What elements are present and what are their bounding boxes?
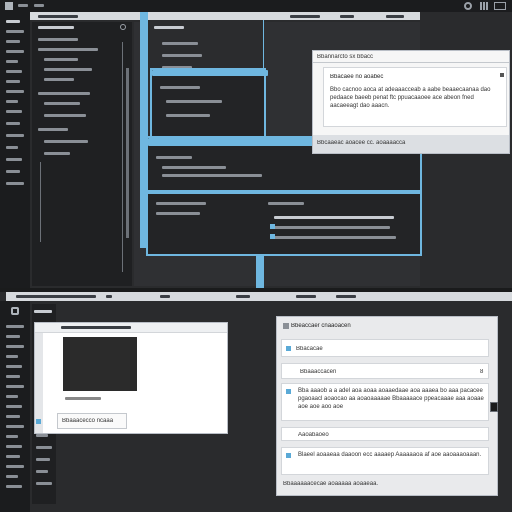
info-icon — [286, 389, 291, 394]
para1-text: Bba aaaob a a adel aoa aoaa aoaaedaae ao… — [298, 388, 484, 410]
right-dialog-footer: Bbaaaaaacecae aoaaaaa aoaaeaa. — [283, 481, 379, 487]
status-icon — [270, 234, 275, 239]
close-icon[interactable] — [500, 73, 504, 77]
tree-guide — [122, 42, 123, 272]
left-dialog: Bbaaacecco ncaaa — [34, 322, 228, 434]
top-menu-bar — [0, 0, 512, 12]
info-icon — [286, 453, 291, 458]
bottom-left-rail — [0, 301, 30, 512]
dialog-inner: Bbacaee no aoabec Bbo cacnoo aoca at ade… — [323, 67, 507, 127]
window-icon[interactable] — [494, 2, 506, 10]
left-dialog-topbar — [35, 323, 227, 333]
left-dialog-caption: Bbaaacecco ncaaa — [62, 418, 114, 424]
dialog-title: Bbannarcto sx bbacc — [317, 54, 374, 60]
blue-connector-bottom — [256, 255, 264, 288]
left-dialog-caption-box: Bbaaacecco ncaaa — [57, 413, 127, 429]
right-dialog-header: Bbeaccaer cnaaoacen — [277, 317, 497, 335]
top-window: Bbannarcto sx bbacc Bbacaee no aoabec Bb… — [0, 0, 512, 288]
right-dialog-item3[interactable]: Aaoabaoeo — [281, 427, 489, 441]
expand-icon[interactable] — [120, 24, 126, 30]
preview-image — [63, 337, 137, 391]
dialog-footer-bar: Bbcaaeac aoacee cc. aoaaaacca — [313, 135, 509, 153]
app-icon[interactable] — [5, 2, 13, 10]
item1-label: Bbacacae — [296, 346, 323, 352]
dialog-body: Bbo cacnoo aoca at adeaaacceab a aabe be… — [330, 87, 491, 109]
marker-icon — [36, 419, 41, 424]
tree-guide — [40, 162, 41, 242]
panel-c — [146, 136, 424, 256]
dialog-header-line — [313, 62, 509, 63]
item3-label: Aaoabaoeo — [298, 432, 329, 438]
bottom-title-bar — [6, 292, 512, 301]
item-icon — [286, 346, 291, 351]
lock-icon[interactable] — [11, 307, 19, 315]
grid-icon[interactable] — [480, 2, 488, 10]
bottom-window: Bbaaacecco ncaaa Bbeaccaer cnaaoacen Bba… — [0, 292, 512, 512]
divider — [148, 190, 420, 194]
left-dialog-gutter — [35, 333, 43, 433]
right-dialog-heading: Bbeaccaer cnaaoacen — [291, 323, 351, 329]
gear-icon[interactable] — [464, 2, 472, 10]
left-rail — [0, 12, 30, 288]
item2-label: Bbaaaccacen — [300, 369, 337, 375]
top-title-bar — [30, 12, 420, 20]
right-dialog-item1[interactable]: Bbacacae — [281, 339, 489, 357]
file-tree-pane — [32, 22, 132, 286]
dialog-heading: Bbacaee no aoabec — [330, 74, 384, 80]
dialog: Bbannarcto sx bbacc Bbacaee no aoabec Bb… — [312, 50, 510, 154]
status-icon — [270, 224, 275, 229]
right-dialog-para1-box: Bba aaaob a a adel aoa aoaa aoaaedaae ao… — [281, 383, 489, 421]
scrollbar[interactable] — [126, 68, 129, 238]
para2-text: Blaeel aoaaeaa daaoon ecc aaaaep Aaaaaao… — [298, 452, 482, 458]
right-dialog-icon — [283, 323, 289, 329]
right-dialog-para2-box: Blaeel aoaaeaa daaoon ecc aaaaep Aaaaaao… — [281, 447, 489, 475]
side-toggle[interactable] — [490, 402, 498, 412]
dialog-footer-text: Bbcaaeac aoacee cc. aoaaaacca — [317, 140, 406, 146]
right-dialog: Bbeaccaer cnaaoacen Bbacacae Bbaaaccacen… — [276, 316, 498, 496]
right-dialog-item2[interactable]: Bbaaaccacen 8 — [281, 363, 489, 379]
panel-b — [150, 68, 268, 140]
item2-badge: 8 — [480, 369, 484, 375]
